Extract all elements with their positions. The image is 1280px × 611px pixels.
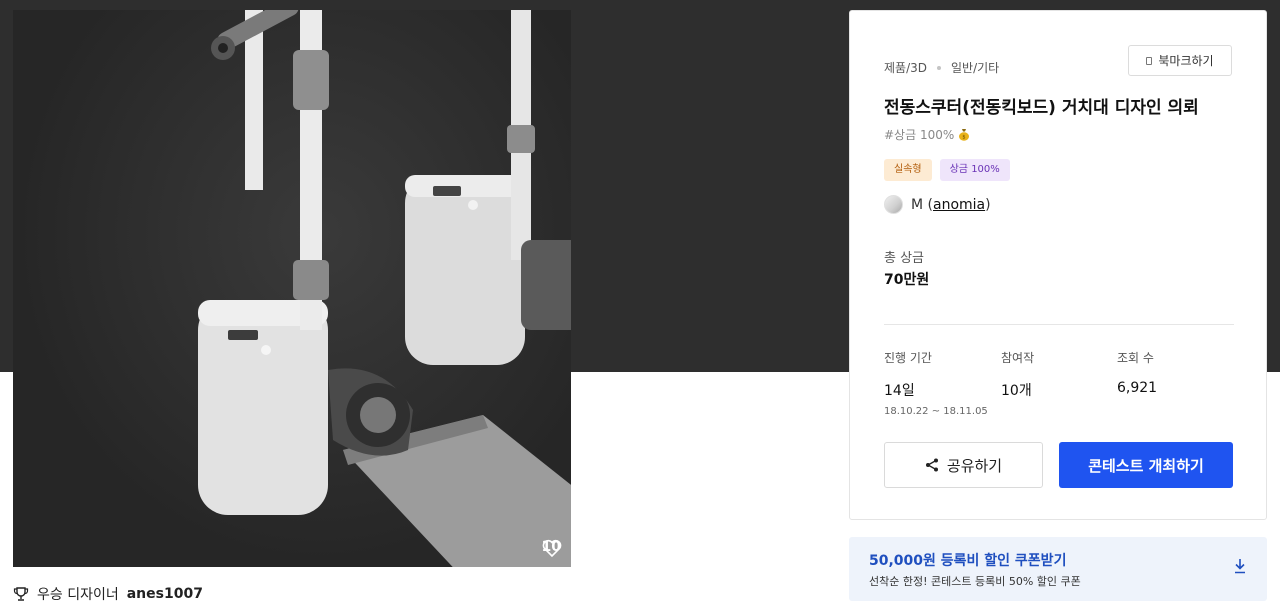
svg-text:$: $	[963, 135, 966, 141]
heart-icon	[542, 539, 561, 557]
share-label: 공유하기	[946, 456, 1003, 475]
host-display: M (anomia)	[911, 196, 991, 213]
divider	[884, 324, 1234, 325]
badge-value-type: 실속형	[884, 159, 932, 181]
winner-label: 우승 디자이너	[37, 587, 119, 603]
category-label[interactable]: 제품/3D	[884, 59, 927, 76]
stat-period: 진행 기간 14일 18.10.22 ~ 18.11.05	[884, 349, 988, 417]
coupon-banner[interactable]: 50,000원 등록비 할인 쿠폰받기 선착순 한정! 콘테스트 등록비 50%…	[849, 537, 1267, 601]
scooter-stand-illustration	[198, 10, 571, 567]
subcategory-label[interactable]: 일반/기타	[951, 59, 999, 76]
breadcrumb: 제품/3D 일반/기타	[884, 59, 999, 76]
prize-tag-text: #상금 100%	[884, 128, 955, 142]
product-image[interactable]: 10	[13, 10, 571, 567]
host-contest-button[interactable]: 콘테스트 개최하기	[1059, 442, 1233, 488]
stat-entries: 참여작 10개	[1001, 349, 1034, 400]
winner-designer: 우승 디자이너 anes1007	[13, 584, 203, 604]
stat-views: 조회 수 6,921	[1117, 349, 1157, 396]
avatar	[884, 195, 903, 214]
period-value: 14일	[884, 383, 915, 399]
badge-prize-guarantee: 상금 100%	[939, 159, 1010, 181]
total-prize-value: 70만원	[884, 272, 930, 288]
period-range: 18.10.22 ~ 18.11.05	[884, 406, 988, 417]
share-icon	[925, 458, 938, 472]
prize-hashtag: #상금 100% $	[884, 126, 970, 143]
bookmark-label: 북마크하기	[1158, 54, 1214, 68]
separator-dot	[937, 65, 941, 70]
host-link[interactable]: anomia	[933, 197, 985, 213]
winner-name[interactable]: anes1007	[127, 586, 203, 602]
trophy-icon	[13, 587, 29, 601]
entries-label: 참여작	[1001, 351, 1035, 365]
share-button[interactable]: 공유하기	[884, 442, 1043, 488]
download-icon[interactable]	[1233, 558, 1247, 574]
views-label: 조회 수	[1117, 351, 1154, 365]
views-value: 6,921	[1117, 380, 1158, 396]
badge-list: 실속형 상금 100%	[884, 159, 1010, 181]
coupon-subtitle: 선착순 한정! 콘테스트 등록비 50% 할인 쿠폰	[869, 575, 1081, 588]
contest-info-card: 제품/3D 일반/기타 북마크하기 전동스쿠터(전동킥보드) 거치대 디자인 의…	[849, 10, 1267, 520]
entries-value: 10개	[1001, 383, 1032, 399]
like-counter[interactable]: 10	[542, 539, 561, 557]
money-bag-icon: $	[959, 129, 970, 141]
coupon-title: 50,000원 등록비 할인 쿠폰받기	[869, 553, 1067, 569]
bookmark-icon	[1146, 56, 1153, 65]
period-label: 진행 기간	[884, 351, 932, 365]
bookmark-button[interactable]: 북마크하기	[1128, 45, 1232, 76]
contest-title: 전동스쿠터(전동킥보드) 거치대 디자인 의뢰	[884, 98, 1199, 118]
host-info: M (anomia)	[884, 195, 991, 214]
total-prize-label: 총 상금	[884, 251, 925, 266]
